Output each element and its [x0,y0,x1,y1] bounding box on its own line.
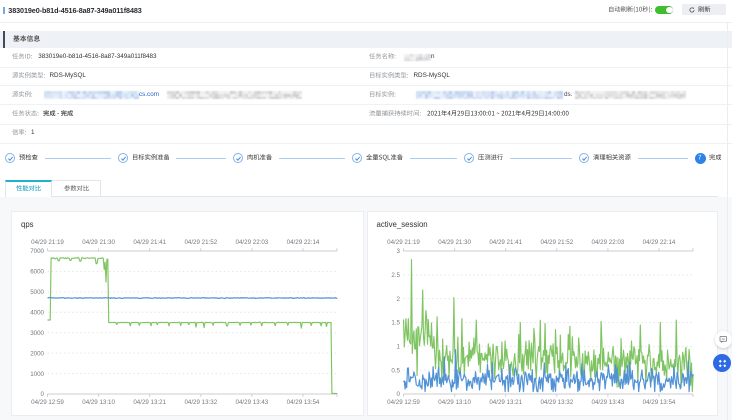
svg-text:2: 2 [396,296,400,303]
svg-text:04/29 21:41: 04/29 21:41 [133,239,166,246]
svg-text:04/29 13:21: 04/29 13:21 [133,399,166,406]
svg-text:0: 0 [396,391,400,398]
svg-text:3: 3 [396,248,400,255]
svg-text:4000: 4000 [30,310,44,317]
svg-text:04/29 21:52: 04/29 21:52 [540,239,573,246]
svg-text:1000: 1000 [30,371,44,378]
svg-text:04/29 13:54: 04/29 13:54 [642,399,675,406]
svg-text:7000: 7000 [30,248,44,255]
svg-text:04/29 21:52: 04/29 21:52 [184,239,217,246]
svg-text:5000: 5000 [30,289,44,296]
svg-text:04/29 13:10: 04/29 13:10 [438,399,471,406]
svg-text:1: 1 [396,344,400,351]
svg-text:0: 0 [41,391,45,398]
svg-text:04/29 21:41: 04/29 21:41 [489,239,522,246]
svg-text:04/29 13:54: 04/29 13:54 [287,399,320,406]
svg-text:04/29 22:14: 04/29 22:14 [642,239,675,246]
svg-text:04/29 13:43: 04/29 13:43 [236,399,269,406]
svg-text:04/29 12:59: 04/29 12:59 [387,399,420,406]
svg-text:04/29 21:30: 04/29 21:30 [438,239,471,246]
svg-text:6000: 6000 [30,269,44,276]
svg-text:1.5: 1.5 [391,320,400,327]
svg-text:2000: 2000 [30,350,44,357]
svg-text:0.5: 0.5 [391,367,400,374]
svg-text:04/29 12:59: 04/29 12:59 [31,399,64,406]
svg-text:04/29 22:14: 04/29 22:14 [287,239,320,246]
svg-text:04/29 22:03: 04/29 22:03 [236,239,269,246]
svg-text:04/29 13:32: 04/29 13:32 [540,399,573,406]
svg-text:04/29 13:32: 04/29 13:32 [184,399,217,406]
svg-text:2.5: 2.5 [391,272,400,279]
svg-text:04/29 21:30: 04/29 21:30 [82,239,115,246]
svg-text:04/29 13:21: 04/29 13:21 [489,399,522,406]
svg-text:04/29 21:19: 04/29 21:19 [387,239,420,246]
svg-text:04/29 13:43: 04/29 13:43 [591,399,624,406]
svg-text:3000: 3000 [30,330,44,337]
svg-text:04/29 22:03: 04/29 22:03 [591,239,624,246]
svg-text:04/29 13:10: 04/29 13:10 [82,399,115,406]
svg-text:04/29 21:19: 04/29 21:19 [31,239,64,246]
